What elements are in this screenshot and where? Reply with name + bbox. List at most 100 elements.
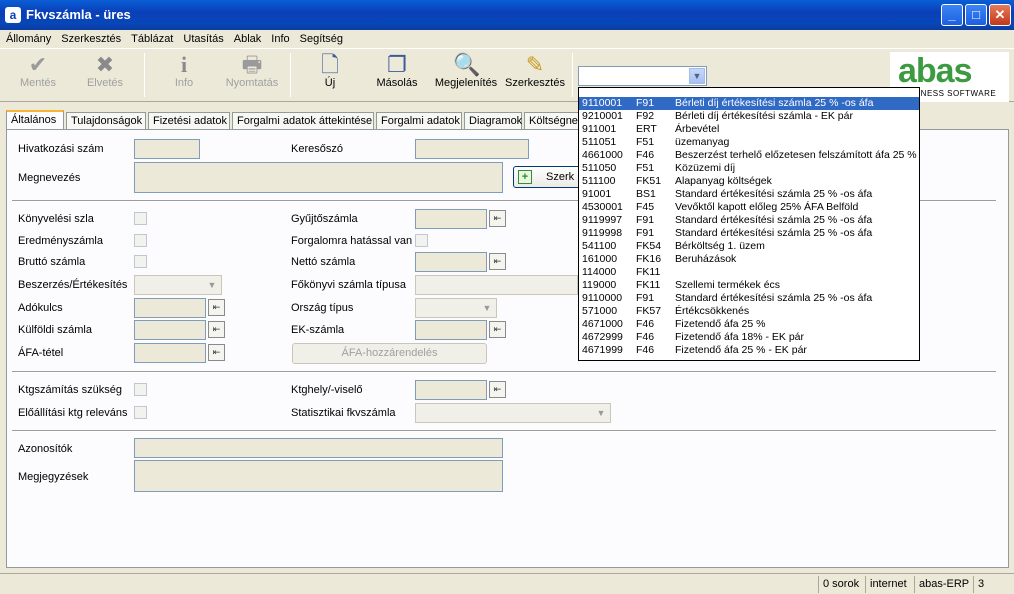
gyujtoszamla-field[interactable] bbox=[415, 209, 487, 229]
ktghely-field[interactable] bbox=[415, 380, 487, 400]
konyvelesi-szla-checkbox[interactable] bbox=[134, 212, 147, 225]
dropdown-option[interactable]: 911001 ERT Árbevétel bbox=[579, 123, 919, 136]
menu-szerkesztes[interactable]: Szerkesztés bbox=[57, 30, 125, 48]
lookup-icon[interactable]: ⇤ bbox=[489, 210, 506, 227]
dropdown-option-code: 541100 bbox=[582, 240, 617, 252]
tab-fizetesi-adatok[interactable]: Fizetési adatok bbox=[148, 112, 230, 130]
orszag-tipus-label: Ország típus bbox=[291, 302, 354, 314]
discard-button[interactable]: ✖ Elvetés bbox=[83, 53, 127, 90]
dropdown-option[interactable]: 511051 F51 üzemanyag bbox=[579, 136, 919, 149]
adokulcs-field[interactable] bbox=[134, 298, 206, 318]
eredmenyszamla-checkbox[interactable] bbox=[134, 234, 147, 247]
combo-dropdown-list: 9110001 F91 Bérleti díj értékesítési száml… bbox=[578, 87, 920, 361]
new-button[interactable]: 🗋 Új bbox=[308, 52, 352, 90]
new-document-icon: 🗋 bbox=[321, 52, 339, 77]
menu-tablazat[interactable]: Táblázat bbox=[127, 30, 177, 48]
dropdown-option[interactable]: 4661000 F46 Beszerzést terhelő előzetesen … bbox=[579, 149, 919, 162]
afa-hozzarendeles-button[interactable]: ÁFA-hozzárendelés bbox=[292, 343, 487, 364]
dropdown-option-type: F51 bbox=[636, 136, 655, 148]
lookup-icon[interactable]: ⇤ bbox=[489, 253, 506, 270]
keresoszo-field[interactable] bbox=[415, 139, 529, 159]
edit-button[interactable]: ✎ Szerkesztés bbox=[504, 53, 566, 90]
dropdown-option-desc: Fizetendő áfa 25 % - EK pár bbox=[675, 344, 807, 356]
tab-forgalmi-adatok[interactable]: Forgalmi adatok bbox=[376, 112, 462, 130]
dropdown-option[interactable]: 4530001 F45 Vevőktől kapott előleg 25% ÁFA… bbox=[579, 201, 919, 214]
tab-diagramok[interactable]: Diagramok bbox=[464, 112, 522, 130]
dropdown-option-type: FK54 bbox=[636, 240, 662, 252]
dropdown-option-desc: Standard értékesítési számla 25 % -os áf… bbox=[675, 292, 873, 304]
dropdown-option-code: 571000 bbox=[582, 305, 618, 317]
lookup-icon[interactable]: ⇤ bbox=[208, 344, 225, 361]
beszerzes-label: Beszerzés/Értékesítés bbox=[18, 279, 128, 291]
dropdown-option-desc: Beszerzést terhelő előzetesen felszámíto… bbox=[675, 149, 917, 161]
orszag-tipus-select[interactable]: ▼ bbox=[415, 298, 497, 318]
menu-bar: Állomány Szerkesztés Táblázat Utasítás Ablak… bbox=[0, 30, 1014, 48]
azonositok-field[interactable] bbox=[134, 438, 503, 458]
dropdown-option[interactable]: 9110001 F91 Bérleti díj értékesítési száml… bbox=[579, 97, 919, 110]
dropdown-option[interactable]: 4671000 F46 Fizetendő áfa 25 % bbox=[579, 318, 919, 331]
dropdown-option[interactable]: 4671999 F46 Fizetendő áfa 25 % - EK pár bbox=[579, 344, 919, 357]
lookup-icon[interactable]: ⇤ bbox=[489, 381, 506, 398]
tab-tulajdonsagok[interactable]: Tulajdonságok bbox=[66, 112, 146, 130]
dropdown-option[interactable]: 161000 FK16 Beruházások bbox=[579, 253, 919, 266]
dropdown-option-code: 9210001 bbox=[582, 110, 623, 122]
hivatkozasi-szam-field[interactable] bbox=[134, 139, 200, 159]
menu-info[interactable]: Info bbox=[267, 30, 293, 48]
minimize-button[interactable]: _ bbox=[941, 4, 963, 26]
beszerzes-select[interactable]: ▼ bbox=[134, 275, 222, 295]
dropdown-option-type: F91 bbox=[636, 292, 655, 304]
lookup-icon[interactable]: ⇤ bbox=[208, 321, 225, 338]
dropdown-option[interactable]: 91001 BS1 Standard értékesítési számla 25 … bbox=[579, 188, 919, 201]
status-connection: internet bbox=[865, 576, 911, 593]
dropdown-option[interactable]: 541100 FK54 Bérköltség 1. üzem bbox=[579, 240, 919, 253]
close-button[interactable]: ✕ bbox=[989, 4, 1011, 26]
print-button[interactable]: 🖶 Nyomtatás bbox=[224, 52, 280, 90]
dropdown-option[interactable]: 119000 FK11 Szellemi termékek écs bbox=[579, 279, 919, 292]
brutto-szamla-checkbox[interactable] bbox=[134, 255, 147, 268]
maximize-button[interactable]: □ bbox=[965, 4, 987, 26]
dropdown-option[interactable]: 9110000 F91 Standard értékesítési számla 2… bbox=[579, 292, 919, 305]
dropdown-option[interactable]: 9210001 F92 Bérleti díj értékesítési száml… bbox=[579, 110, 919, 123]
dropdown-option[interactable]: 4672999 F46 Fizetendő áfa 18% - EK pár bbox=[579, 331, 919, 344]
search-combo[interactable]: ▼ bbox=[578, 66, 707, 86]
menu-segitseg[interactable]: Segítség bbox=[296, 30, 347, 48]
dropdown-option[interactable]: 511100 FK51 Alapanyag költségek bbox=[579, 175, 919, 188]
megnevezes-field[interactable] bbox=[134, 162, 503, 193]
szerk-button[interactable]: + Szerk bbox=[513, 166, 583, 188]
ek-szamla-field[interactable] bbox=[415, 320, 487, 340]
gyujtoszamla-label: Gyűjtőszámla bbox=[291, 213, 358, 225]
dropdown-option[interactable]: 9119998 F91 Standard értékesítési számla 2… bbox=[579, 227, 919, 240]
dropdown-option[interactable]: 114000 FK11 bbox=[579, 266, 919, 279]
info-button[interactable]: i Info bbox=[162, 53, 206, 90]
lookup-icon[interactable]: ⇤ bbox=[489, 321, 506, 338]
dropdown-option[interactable]: 511050 F51 Közüzemi díj bbox=[579, 162, 919, 175]
display-button[interactable]: 🔍 Megjelenítés bbox=[433, 53, 499, 90]
eloallitasi-checkbox[interactable] bbox=[134, 406, 147, 419]
menu-allomany[interactable]: Állomány bbox=[2, 30, 55, 48]
fokonyvi-tipus-select[interactable] bbox=[415, 275, 578, 295]
brutto-szamla-label: Bruttó számla bbox=[18, 256, 86, 268]
kulfoldi-szamla-field[interactable] bbox=[134, 320, 206, 340]
dropdown-option[interactable]: 9119997 F91 Standard értékesítési számla 2… bbox=[579, 214, 919, 227]
forgalomra-checkbox[interactable] bbox=[415, 234, 428, 247]
dropdown-option[interactable]: 571000 FK57 Értékcsökkenés bbox=[579, 305, 919, 318]
save-button[interactable]: ✔ Mentés bbox=[16, 53, 60, 90]
statisztikai-select[interactable]: ▼ bbox=[415, 403, 611, 423]
lookup-icon[interactable]: ⇤ bbox=[208, 299, 225, 316]
ktgszamitas-checkbox[interactable] bbox=[134, 383, 147, 396]
netto-szamla-field[interactable] bbox=[415, 252, 487, 272]
tab-forgalmi-attekintes[interactable]: Forgalmi adatok áttekintése bbox=[232, 112, 374, 130]
dropdown-option-code: 9119997 bbox=[582, 214, 623, 226]
dropdown-option-type: F91 bbox=[636, 227, 655, 239]
menu-utasitas[interactable]: Utasítás bbox=[179, 30, 227, 48]
status-rows: 0 sorok bbox=[818, 576, 863, 593]
megjegyzesek-field[interactable] bbox=[134, 460, 503, 492]
dropdown-option-type: FK11 bbox=[636, 266, 661, 278]
printer-icon: 🖶 bbox=[241, 52, 263, 77]
chevron-down-icon[interactable]: ▼ bbox=[689, 68, 705, 84]
afa-tetel-field[interactable] bbox=[134, 343, 206, 363]
statisztikai-label: Statisztikai fkvszámla bbox=[291, 407, 396, 419]
copy-button[interactable]: ❐ Másolás bbox=[374, 53, 420, 90]
menu-ablak[interactable]: Ablak bbox=[230, 30, 266, 48]
tab-altalanos[interactable]: Általános bbox=[6, 110, 64, 131]
